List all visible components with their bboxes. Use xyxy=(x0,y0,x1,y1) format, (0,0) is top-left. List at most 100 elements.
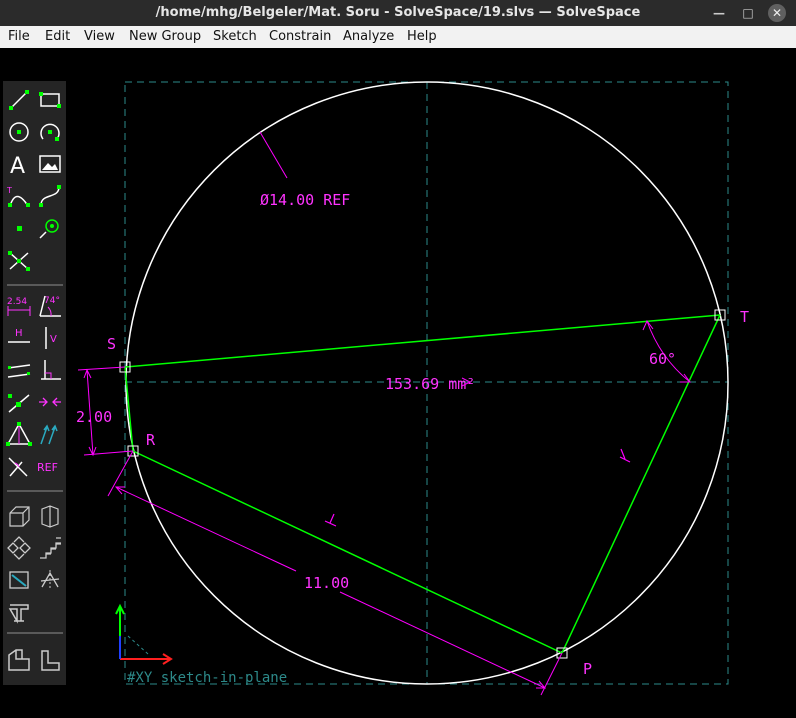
vertical-constraint-tool[interactable]: V xyxy=(37,325,63,351)
rectangle-tool[interactable] xyxy=(37,87,63,113)
line-sr[interactable] xyxy=(124,366,134,452)
symmetric-constraint-tool[interactable] xyxy=(6,421,32,447)
horizontal-constraint-tool[interactable]: H xyxy=(6,325,32,351)
link-tool[interactable] xyxy=(37,647,63,673)
parallel-constraint-tool[interactable] xyxy=(6,357,32,383)
perpendicular-constraint-icon xyxy=(41,360,61,380)
circle-icon xyxy=(9,122,29,142)
toolbar-separator xyxy=(7,490,63,492)
distance-constraint-label[interactable]: 2.00 xyxy=(76,408,112,426)
text-icon: A xyxy=(10,154,25,177)
menu-constrain[interactable]: Constrain xyxy=(269,29,331,44)
rectangle-icon xyxy=(39,92,61,108)
line-rp[interactable] xyxy=(132,450,563,654)
perpendicular-marker-pt-icon[interactable] xyxy=(619,448,631,463)
menu-bar: File Edit View New Group Sketch Constrai… xyxy=(0,26,796,48)
toolbar: A T 2.54 74° H V REF xyxy=(3,81,66,685)
parallel-constraint-icon xyxy=(7,364,31,378)
revolve-tool[interactable] xyxy=(6,599,32,625)
angle-constraint-tool[interactable]: 74° xyxy=(37,293,63,319)
svg-text:T: T xyxy=(6,186,12,195)
spline-tool[interactable] xyxy=(37,183,63,209)
diameter-constraint-label[interactable]: Ø14.00 REF xyxy=(260,191,350,209)
horizontal-constraint-icon: H xyxy=(8,328,30,343)
minimize-button[interactable]: — xyxy=(710,4,728,22)
perpendicular-marker-rp-icon[interactable] xyxy=(324,513,337,527)
workplane-label: #XY sketch-in-plane xyxy=(127,670,287,686)
point-label-p: P xyxy=(583,660,592,678)
lathe-icon xyxy=(40,570,60,590)
nearest-view-icon xyxy=(41,505,59,528)
perpendicular-constraint-tool[interactable] xyxy=(37,357,63,383)
midpoint-icon xyxy=(39,397,61,407)
close-button[interactable]: ✕ xyxy=(768,4,786,22)
vertical-constraint-icon: V xyxy=(45,327,57,349)
same-orientation-icon xyxy=(40,424,58,445)
workplane-icon xyxy=(9,506,30,527)
point-icon xyxy=(17,226,22,231)
window-title: /home/mhg/Belgeler/Mat. Soru - SolveSpac… xyxy=(155,5,641,20)
spline-icon xyxy=(39,185,61,207)
nearest-view-tool[interactable] xyxy=(37,503,63,529)
menu-help[interactable]: Help xyxy=(407,29,437,44)
tangent-arc-icon: T xyxy=(6,186,30,207)
other-angle-tool[interactable] xyxy=(6,453,32,479)
menu-edit[interactable]: Edit xyxy=(45,29,70,44)
point-label-r: R xyxy=(146,431,156,449)
workplane-normal xyxy=(127,635,149,655)
point-label-t: T xyxy=(740,308,749,326)
revolve-icon xyxy=(8,604,29,624)
reference-toggle-icon: REF xyxy=(37,461,58,474)
length-dimension-line-left xyxy=(115,486,297,572)
menu-analyze[interactable]: Analyze xyxy=(343,29,394,44)
maximize-button[interactable]: □ xyxy=(739,4,757,22)
step-rotate-tool[interactable] xyxy=(37,535,63,561)
menu-new-group[interactable]: New Group xyxy=(129,29,201,44)
tangent-arc-tool[interactable]: T xyxy=(6,183,32,209)
other-angle-icon xyxy=(8,457,28,477)
line-segment-tool[interactable] xyxy=(6,87,32,113)
lathe-tool[interactable] xyxy=(37,567,63,593)
menu-file[interactable]: File xyxy=(8,29,30,44)
point-on-line-tool[interactable] xyxy=(6,389,32,415)
construction-tool[interactable] xyxy=(37,215,63,241)
arc-tool[interactable] xyxy=(37,119,63,145)
step-rotate-icon xyxy=(40,537,61,559)
assemble-tool[interactable] xyxy=(6,647,32,673)
svg-text:74°: 74° xyxy=(44,296,60,306)
distance-constraint-icon: 2.54 xyxy=(7,297,31,316)
extrude-tool[interactable] xyxy=(6,567,32,593)
split-curves-tool[interactable] xyxy=(6,247,32,273)
construction-icon xyxy=(39,219,59,239)
step-translate-tool[interactable] xyxy=(6,535,32,561)
svg-text:REF: REF xyxy=(37,461,58,474)
menu-sketch[interactable]: Sketch xyxy=(213,29,257,44)
distance-constraint-tool[interactable]: 2.54 xyxy=(6,293,32,319)
same-orientation-tool[interactable] xyxy=(37,421,63,447)
line-pt[interactable] xyxy=(561,314,721,654)
length-constraint-label[interactable]: 11.00 xyxy=(304,574,349,592)
menu-view[interactable]: View xyxy=(84,29,115,44)
diameter-leader xyxy=(259,131,288,179)
point-tool[interactable] xyxy=(6,215,32,241)
distance-extension-top xyxy=(77,366,126,371)
image-tool[interactable] xyxy=(37,151,63,177)
reference-toggle-tool[interactable]: REF xyxy=(37,453,63,479)
svg-text:2.54: 2.54 xyxy=(7,297,27,307)
arc-icon xyxy=(40,123,60,141)
angle-constraint-label[interactable]: 60° xyxy=(649,350,676,368)
sketch-canvas[interactable]: S R P T Ø14.00 REF 153.69 mm² 60° 2.00 1… xyxy=(0,48,796,718)
point-label-s: S xyxy=(107,335,116,353)
area-constraint-label[interactable]: 153.69 mm² xyxy=(385,375,475,393)
line-st[interactable] xyxy=(124,314,721,368)
extrude-icon xyxy=(9,571,29,589)
toolbar-separator xyxy=(7,284,63,286)
point-on-line-icon xyxy=(8,394,30,413)
text-tool[interactable]: A xyxy=(6,151,32,177)
toolbar-separator xyxy=(7,632,63,634)
line-segment-icon xyxy=(9,90,29,110)
workplane-tool[interactable] xyxy=(6,503,32,529)
circle-tool[interactable] xyxy=(6,119,32,145)
svg-text:V: V xyxy=(50,334,57,345)
midpoint-tool[interactable] xyxy=(37,389,63,415)
